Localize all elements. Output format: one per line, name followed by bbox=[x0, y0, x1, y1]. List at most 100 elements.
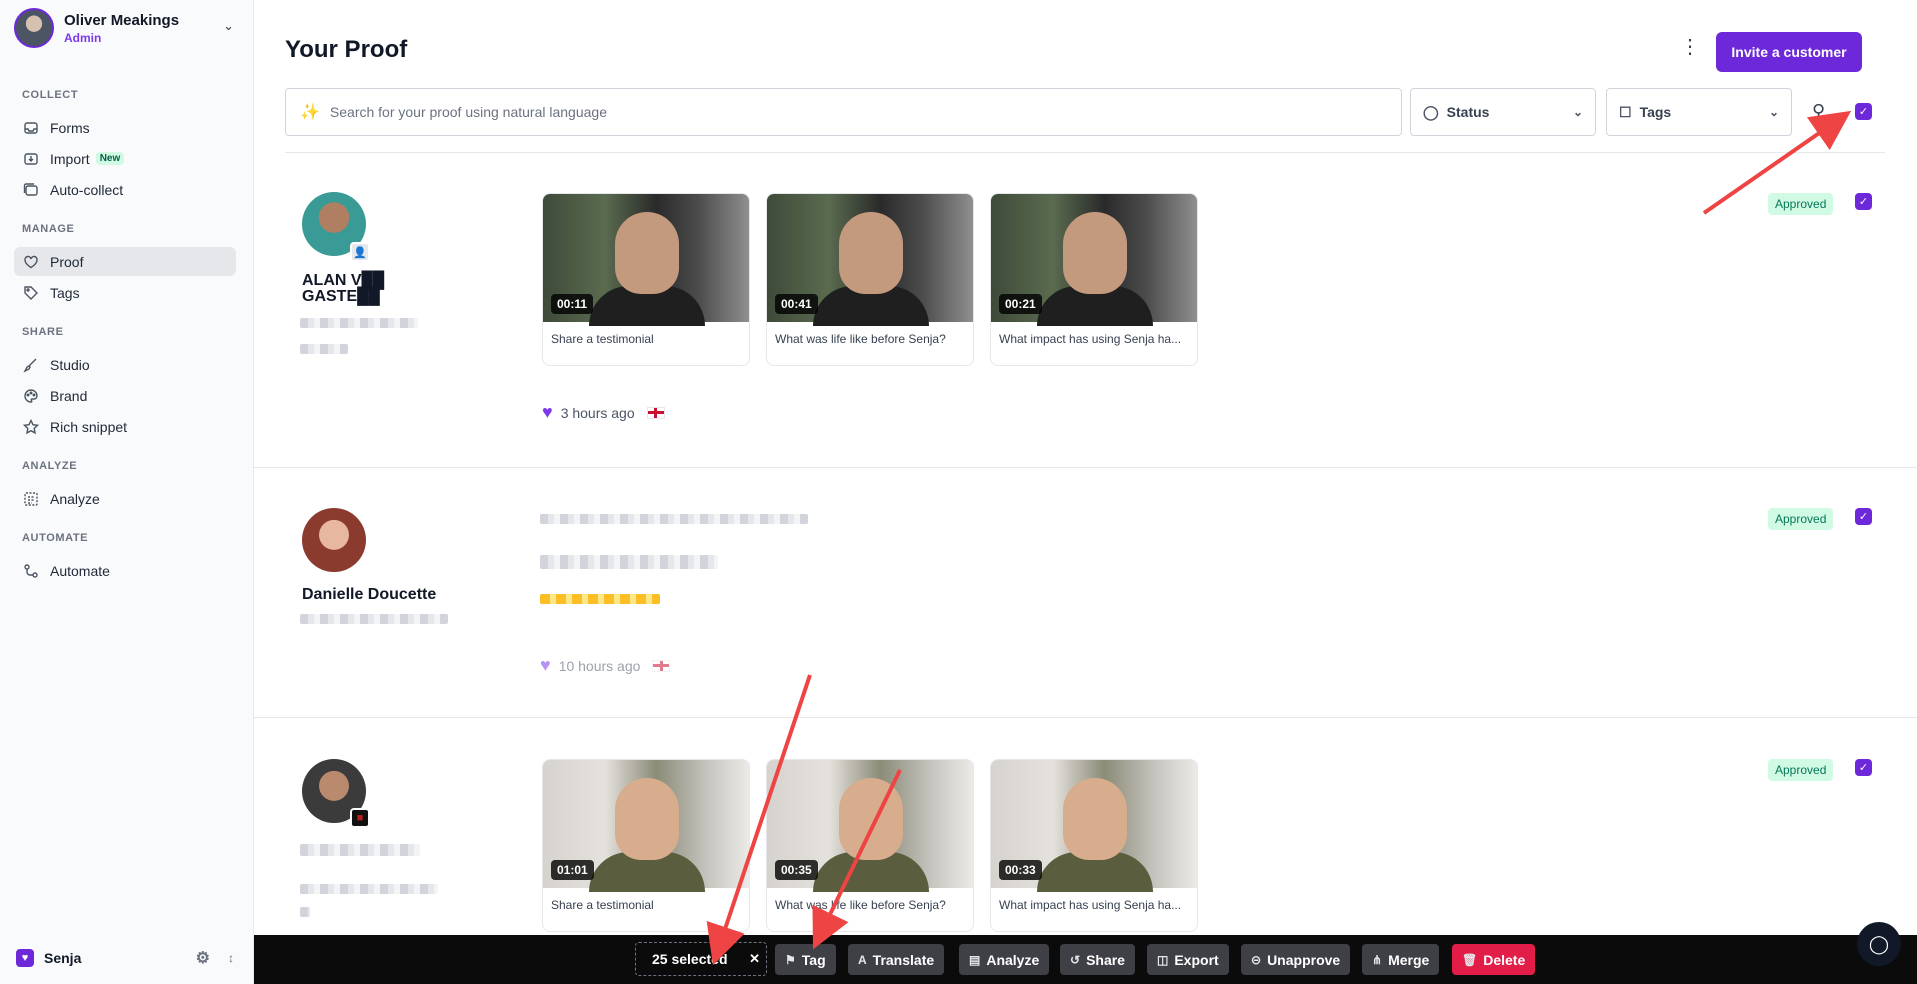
divider bbox=[254, 717, 1917, 718]
chevron-updown-icon[interactable]: ↕ bbox=[228, 951, 234, 965]
row-checkbox[interactable]: ✓ bbox=[1855, 193, 1872, 210]
video-card[interactable]: 00:21 What impact has using Senja ha... bbox=[990, 193, 1198, 366]
video-duration: 01:01 bbox=[551, 860, 594, 880]
video-thumbnail[interactable]: 00:41 bbox=[767, 194, 973, 326]
tag-button[interactable]: ⚑ Tag bbox=[775, 944, 836, 975]
video-duration: 00:21 bbox=[999, 294, 1042, 314]
video-thumbnail[interactable]: 00:21 bbox=[991, 194, 1197, 326]
status-badge: Approved bbox=[1768, 759, 1834, 781]
sidebar-item-label: Auto-collect bbox=[50, 181, 124, 198]
selected-count: 25 selected ✕ bbox=[635, 942, 767, 976]
video-card[interactable]: 00:41 What was life like before Senja? bbox=[766, 193, 974, 366]
video-card[interactable]: 01:01 Share a testimonial bbox=[542, 759, 750, 932]
button-label: Delete bbox=[1483, 951, 1526, 968]
delete-button[interactable]: 🗑 Delete bbox=[1452, 944, 1536, 975]
sidebar-item-rich-snippet[interactable]: Rich snippet bbox=[14, 412, 236, 441]
sidebar-item-brand[interactable]: Brand bbox=[14, 381, 236, 410]
video-thumbnail[interactable]: 00:35 bbox=[767, 760, 973, 892]
search-icon[interactable]: ⚲ bbox=[1812, 101, 1825, 122]
brush-icon bbox=[22, 356, 40, 374]
row-checkbox[interactable]: ✓ bbox=[1855, 508, 1872, 525]
status-filter[interactable]: ◯ Status ⌄ bbox=[1410, 88, 1596, 136]
video-card[interactable]: 00:33 What impact has using Senja ha... bbox=[990, 759, 1198, 932]
sidebar-item-auto-collect[interactable]: Auto-collect bbox=[14, 175, 236, 204]
user-name: Oliver Meakings bbox=[64, 11, 180, 29]
unapprove-button[interactable]: ⊝ Unapprove bbox=[1241, 944, 1351, 975]
workspace-switcher[interactable]: ♥ Senja ⚙ ↕ bbox=[16, 946, 238, 970]
close-icon[interactable]: ✕ bbox=[749, 951, 760, 967]
row-checkbox[interactable]: ✓ bbox=[1855, 759, 1872, 776]
sidebar-item-proof[interactable]: Proof bbox=[14, 247, 236, 276]
video-card[interactable]: 00:35 What was life like before Senja? bbox=[766, 759, 974, 932]
sidebar-item-studio[interactable]: Studio bbox=[14, 350, 236, 379]
check-circle-icon: ◯ bbox=[1423, 103, 1439, 120]
share-button[interactable]: ↺ Share bbox=[1060, 944, 1135, 975]
merge-icon: ⋔ bbox=[1372, 952, 1383, 967]
search-placeholder: Search for your proof using natural lang… bbox=[329, 104, 607, 120]
redacted-text bbox=[300, 614, 448, 624]
tag-icon: ⚑ bbox=[785, 952, 796, 967]
redacted-text bbox=[300, 318, 418, 328]
time-ago: 10 hours ago bbox=[558, 657, 641, 674]
button-label: Analyze bbox=[986, 951, 1040, 968]
new-badge: New bbox=[95, 152, 125, 165]
divider bbox=[285, 152, 1885, 153]
button-label: Share bbox=[1086, 951, 1125, 968]
tag-icon bbox=[22, 284, 40, 302]
video-card[interactable]: 00:11 Share a testimonial bbox=[542, 193, 750, 366]
sidebar-item-import[interactable]: Import New bbox=[14, 144, 236, 173]
chevron-down-icon: ⌄ bbox=[1768, 105, 1779, 119]
video-caption: What impact has using Senja ha... bbox=[999, 332, 1182, 346]
merge-button[interactable]: ⋔ Merge bbox=[1362, 944, 1440, 975]
proof-meta: ♥ 10 hours ago bbox=[540, 655, 671, 676]
workspace-name: Senja bbox=[44, 950, 82, 966]
sidebar-item-label: Proof bbox=[50, 253, 84, 270]
status-badge: Approved bbox=[1768, 193, 1834, 215]
video-caption: What was life like before Senja? bbox=[775, 332, 946, 346]
video-duration: 00:11 bbox=[551, 294, 594, 314]
sidebar-item-tags[interactable]: Tags bbox=[14, 278, 236, 307]
sidebar-item-automate[interactable]: Automate bbox=[14, 556, 236, 585]
chevron-down-icon: ⌄ bbox=[1572, 105, 1583, 119]
select-all-checkbox[interactable]: ✓ bbox=[1855, 103, 1872, 120]
export-button[interactable]: ◫ Export bbox=[1147, 944, 1229, 975]
senja-logo-icon: ♥ bbox=[16, 949, 34, 967]
video-caption: What was life like before Senja? bbox=[775, 898, 946, 912]
analyze-button[interactable]: ▤ Analyze bbox=[959, 944, 1050, 975]
sidebar-item-analyze[interactable]: Analyze bbox=[14, 484, 236, 513]
video-thumbnail[interactable]: 00:33 bbox=[991, 760, 1197, 892]
video-thumbnail[interactable]: 01:01 bbox=[543, 760, 749, 892]
gear-icon[interactable]: ⚙ bbox=[196, 948, 210, 968]
star-rating bbox=[540, 594, 660, 604]
heart-icon: ♥ bbox=[540, 655, 551, 675]
more-options-icon[interactable]: ⋮ bbox=[1680, 34, 1700, 59]
sidebar-item-forms[interactable]: Forms bbox=[14, 113, 236, 142]
sparkle-icon: ✨ bbox=[300, 104, 320, 121]
section-label-manage: MANAGE bbox=[22, 223, 75, 235]
automate-icon bbox=[22, 562, 40, 580]
chat-icon[interactable]: ◯ bbox=[1857, 922, 1901, 966]
trash-icon: 🗑 bbox=[1462, 952, 1478, 967]
video-thumbnail[interactable]: 00:11 bbox=[543, 194, 749, 326]
tags-filter[interactable]: ☐ Tags ⌄ bbox=[1606, 88, 1792, 136]
person-icon: 👤 bbox=[350, 242, 370, 262]
translate-button[interactable]: А Translate bbox=[848, 944, 945, 975]
search-input[interactable]: ✨ Search for your proof using natural la… bbox=[285, 88, 1402, 136]
star-icon bbox=[22, 418, 40, 436]
page-title: Your Proof bbox=[285, 36, 408, 63]
status-filter-label: Status bbox=[1446, 104, 1490, 120]
sidebar-item-label: Automate bbox=[50, 562, 110, 579]
minus-circle-icon: ⊝ bbox=[1251, 952, 1262, 967]
video-duration: 00:41 bbox=[775, 294, 818, 314]
time-ago: 3 hours ago bbox=[560, 404, 635, 421]
button-label: Merge bbox=[1388, 951, 1430, 968]
chevron-down-icon[interactable]: ⌄ bbox=[223, 18, 234, 34]
button-label: Translate bbox=[872, 951, 935, 968]
button-label: Tag bbox=[801, 951, 826, 968]
sidebar: Oliver Meakings Admin ⌄ COLLECT Forms Im… bbox=[0, 0, 254, 984]
import-icon bbox=[22, 150, 40, 168]
button-label: Unapprove bbox=[1267, 951, 1341, 968]
invite-customer-button[interactable]: Invite a customer bbox=[1716, 32, 1862, 72]
button-label: Export bbox=[1174, 951, 1219, 968]
user-menu[interactable]: Oliver Meakings Admin ⌄ bbox=[14, 8, 240, 48]
